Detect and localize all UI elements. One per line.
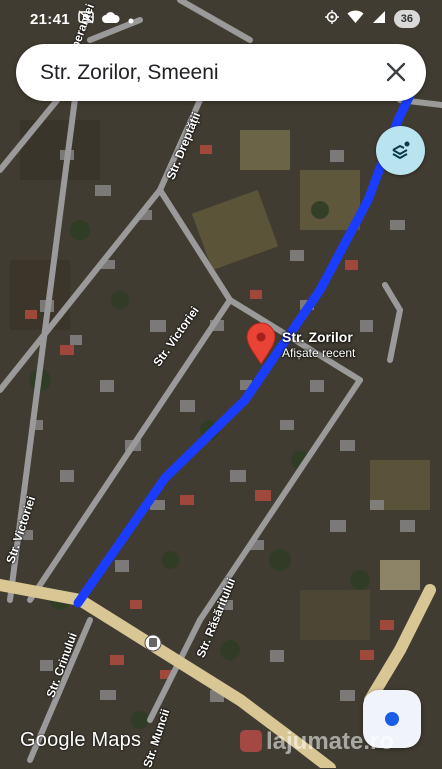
status-time: 21:41 bbox=[30, 11, 70, 28]
signal-icon bbox=[372, 10, 386, 28]
battery-indicator: 36 bbox=[393, 10, 420, 28]
pin-subtitle: Afișate recent bbox=[282, 346, 356, 360]
wifi-icon bbox=[347, 10, 364, 28]
close-icon bbox=[386, 62, 406, 82]
no-photo-icon bbox=[78, 10, 94, 28]
my-location-icon bbox=[385, 712, 399, 726]
search-query[interactable]: Str. Zorilor, Smeeni bbox=[40, 61, 219, 85]
close-button[interactable] bbox=[382, 58, 410, 86]
pin-label[interactable]: Str. Zorilor Afișate recent bbox=[282, 329, 355, 360]
search-bar[interactable]: Str. Zorilor, Smeeni bbox=[16, 44, 426, 101]
layers-button[interactable] bbox=[376, 126, 425, 175]
layers-icon bbox=[392, 141, 409, 159]
cloud-icon bbox=[102, 11, 120, 28]
status-bar: 21:41 36 bbox=[0, 0, 442, 40]
watermark-icon bbox=[240, 730, 262, 752]
pin-title: Str. Zorilor bbox=[282, 329, 353, 345]
dot-icon bbox=[128, 11, 134, 28]
google-maps-logo: Google Maps bbox=[20, 729, 142, 751]
bus-stop-icon[interactable] bbox=[144, 634, 162, 652]
location-icon bbox=[324, 10, 339, 28]
watermark: lajumate.ro bbox=[240, 728, 394, 756]
watermark-text: lajumate.ro bbox=[266, 728, 395, 755]
